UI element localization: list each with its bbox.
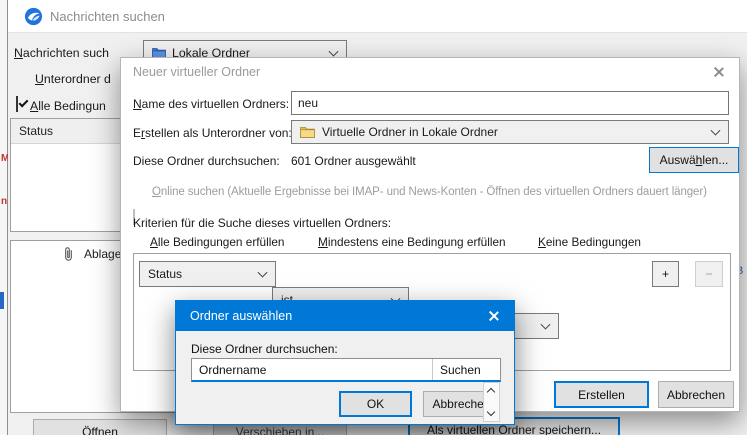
ok-button[interactable]: OK	[339, 391, 412, 417]
search-folders-label: Diese Ordner durchsuchen:	[191, 342, 338, 356]
chevron-down-icon	[710, 125, 721, 136]
dialog-title: Neuer virtueller Ordner	[133, 65, 261, 79]
create-button[interactable]: Erstellen	[554, 381, 649, 408]
parent-folder-label: Erstellen als Unterordner von:	[133, 126, 292, 140]
edge-text-fragment: n	[1, 196, 8, 207]
remove-condition-button[interactable]: −	[695, 261, 723, 287]
chevron-down-icon	[540, 319, 551, 330]
move-to-button-label: Verschieben in...	[235, 425, 325, 435]
dialog-titlebar[interactable]: Ordner auswählen	[176, 301, 514, 331]
folders-to-search-label: Diese Ordner durchsuchen:	[133, 154, 280, 168]
name-label: Name des virtuellen Ordners:	[133, 97, 290, 111]
condition-attribute-value: Status	[148, 267, 183, 281]
parent-folder-value: Virtuelle Ordner in Lokale Ordner	[322, 125, 498, 139]
cancel-button[interactable]: Abbrechen	[658, 381, 734, 408]
edge-blue-fragment	[0, 292, 4, 309]
radio-any-condition-label: Mindestens eine Bedingung erfüllen	[318, 235, 506, 249]
thunderbird-logo-icon	[24, 7, 43, 26]
dialog-title: Ordner auswählen	[190, 309, 293, 323]
search-in-label: Nachrichten such	[14, 46, 110, 60]
subfolder-checkbox[interactable]	[16, 96, 29, 112]
minus-icon: −	[705, 267, 713, 281]
folder-search-panel: Ordnername Suchen	[191, 358, 501, 382]
scroll-down-icon[interactable]	[486, 407, 496, 417]
paperclip-icon	[63, 246, 74, 262]
subfolder-checkbox-label: Unterordner d	[35, 72, 111, 86]
scroll-up-icon[interactable]	[486, 387, 496, 397]
open-button[interactable]: Öffnen	[33, 419, 167, 435]
search-button[interactable]: Suchen	[440, 363, 481, 377]
chevron-down-icon	[328, 46, 339, 57]
create-button-label: Erstellen	[578, 387, 625, 402]
match-all-radio-label: Alle Bedingun	[30, 99, 106, 113]
radio-all-conditions-label: Alle Bedingungen erfüllen	[150, 235, 285, 249]
background-window-sliver: M n	[0, 0, 9, 435]
condition-attribute-dropdown[interactable]: Status	[139, 261, 276, 287]
parent-folder-dropdown[interactable]: Virtuelle Ordner in Lokale Ordner	[291, 120, 729, 144]
mini-scrollbar[interactable]	[483, 382, 500, 422]
chevron-down-icon	[257, 267, 268, 278]
checkmark-icon	[18, 97, 29, 108]
status-column-label: Status	[19, 124, 54, 138]
panel-divider	[432, 359, 433, 380]
plus-icon: +	[661, 267, 669, 281]
screen: M n Nachrichten suchen Nachrichten such	[0, 0, 747, 435]
window-title: Nachrichten suchen	[50, 9, 165, 24]
radio-no-conditions-label: Keine Bedingungen	[538, 235, 641, 249]
cancel-button-label: Abbrechen	[666, 387, 726, 402]
folder-name-input[interactable]: Ordnername	[199, 363, 266, 377]
cancel-button-label: Abbrechen	[432, 397, 491, 411]
open-button-label: Öffnen	[82, 425, 118, 435]
choose-folders-button[interactable]: Auswählen...	[649, 147, 739, 173]
ok-button-label: OK	[366, 397, 385, 411]
folders-selected-count: 601 Ordner ausgewählt	[291, 154, 416, 168]
folder-name-input[interactable]: neu	[291, 91, 729, 115]
select-folder-dialog: Ordner auswählen Diese Ordner durchsuche…	[175, 300, 515, 425]
online-search-label: Online suchen (Aktuelle Ergebnisse bei I…	[152, 186, 707, 198]
criteria-heading: Kriterien für die Suche dieses virtuelle…	[133, 216, 392, 230]
yellow-folder-icon	[300, 126, 315, 138]
add-condition-button[interactable]: +	[652, 261, 679, 287]
folder-name-value: neu	[298, 96, 319, 110]
window-titlebar[interactable]: Nachrichten suchen	[8, 0, 747, 33]
